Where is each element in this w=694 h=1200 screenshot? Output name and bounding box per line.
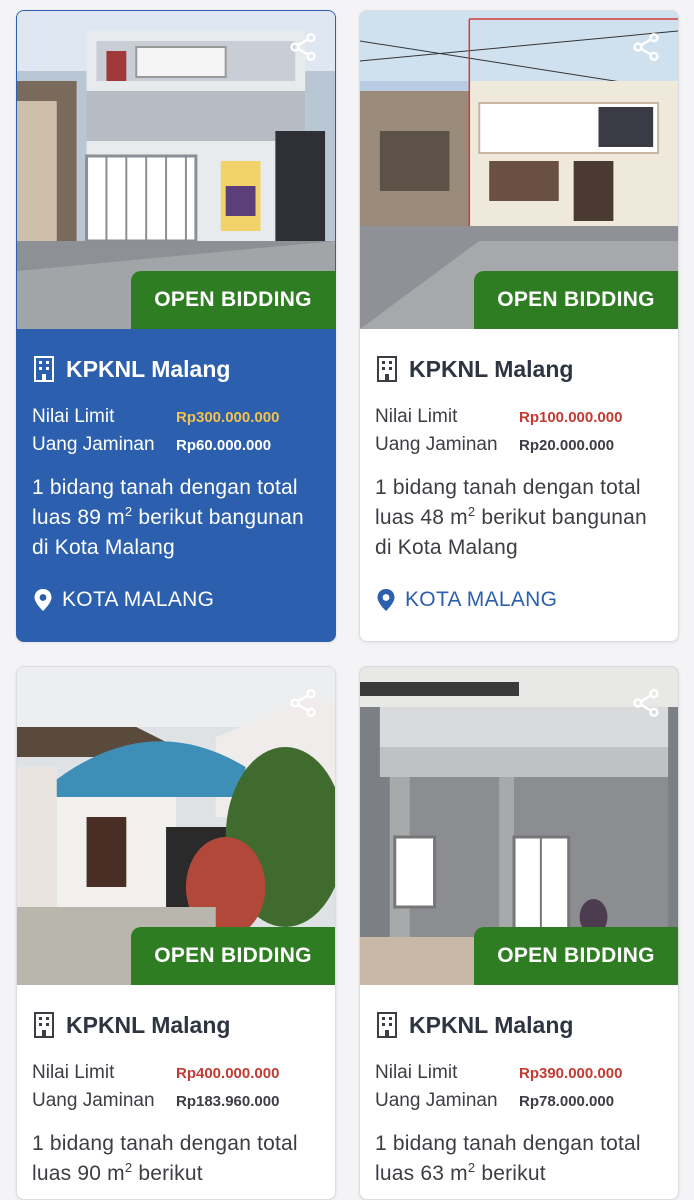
status-badge: OPEN BIDDING: [474, 927, 678, 985]
listing-grid: OPEN BIDDING KPKNL Malang Nilai Limit Rp…: [0, 0, 694, 1200]
share-icon: [633, 33, 659, 61]
deposit-label: Uang Jaminan: [375, 1090, 498, 1111]
location-pin-icon: [377, 589, 395, 611]
deposit-value: Rp20.000.000: [519, 436, 615, 454]
deposit-value: Rp183.960.000: [176, 1092, 280, 1110]
limit-value: Rp300.000.000: [176, 408, 280, 426]
deposit-label: Uang Jaminan: [32, 1090, 155, 1111]
location-row[interactable]: KOTA MALANG: [32, 585, 321, 615]
property-description: 1 bidang tanah dengan total luas 89 m2 b…: [32, 476, 304, 559]
limit-value: Rp390.000.000: [519, 1064, 623, 1082]
building-icon: [34, 1012, 54, 1038]
deposit-row: Uang Jaminan Rp60.000.000: [32, 431, 321, 459]
share-icon: [290, 689, 316, 717]
property-photo[interactable]: OPEN BIDDING: [17, 11, 335, 329]
deposit-row: Uang Jaminan Rp183.960.000: [32, 1087, 321, 1115]
limit-row: Nilai Limit Rp390.000.000: [375, 1059, 664, 1087]
status-badge: OPEN BIDDING: [474, 271, 678, 329]
building-icon: [34, 356, 54, 382]
limit-label: Nilai Limit: [375, 1062, 458, 1083]
limit-row: Nilai Limit Rp400.000.000: [32, 1059, 321, 1087]
property-photo[interactable]: OPEN BIDDING: [360, 11, 678, 329]
property-photo[interactable]: OPEN BIDDING: [17, 667, 335, 985]
property-description: 1 bidang tanah dengan total luas 63 m2 b…: [375, 1132, 641, 1185]
office-row: KPKNL Malang: [375, 1007, 664, 1043]
office-name: KPKNL Malang: [409, 1011, 574, 1038]
limit-row: Nilai Limit Rp300.000.000: [32, 403, 321, 431]
location-text: KOTA MALANG: [62, 588, 215, 611]
limit-row: Nilai Limit Rp100.000.000: [375, 403, 664, 431]
status-badge: OPEN BIDDING: [131, 927, 335, 985]
office-name: KPKNL Malang: [409, 355, 574, 382]
office-row: KPKNL Malang: [32, 351, 321, 387]
share-button[interactable]: [285, 685, 321, 721]
property-description: 1 bidang tanah dengan total luas 48 m2 b…: [375, 476, 647, 559]
location-pin-icon: [34, 589, 52, 611]
office-name: KPKNL Malang: [66, 355, 231, 382]
deposit-row: Uang Jaminan Rp78.000.000: [375, 1087, 664, 1115]
listing-card[interactable]: OPEN BIDDING KPKNL Malang Nilai Limit Rp…: [16, 10, 336, 642]
listing-card[interactable]: OPEN BIDDING KPKNL Malang Nilai Limit Rp…: [359, 10, 679, 642]
property-description: 1 bidang tanah dengan total luas 90 m2 b…: [32, 1132, 298, 1185]
deposit-label: Uang Jaminan: [375, 434, 498, 455]
share-icon: [633, 689, 659, 717]
deposit-value: Rp60.000.000: [176, 436, 272, 454]
property-photo[interactable]: OPEN BIDDING: [360, 667, 678, 985]
limit-value: Rp100.000.000: [519, 408, 623, 426]
deposit-value: Rp78.000.000: [519, 1092, 615, 1110]
limit-value: Rp400.000.000: [176, 1064, 280, 1082]
limit-label: Nilai Limit: [32, 1062, 115, 1083]
building-icon: [377, 356, 397, 382]
share-button[interactable]: [628, 29, 664, 65]
listing-card[interactable]: OPEN BIDDING KPKNL Malang Nilai Limit Rp…: [359, 666, 679, 1200]
listing-card[interactable]: OPEN BIDDING KPKNL Malang Nilai Limit Rp…: [16, 666, 336, 1200]
office-row: KPKNL Malang: [375, 351, 664, 387]
limit-label: Nilai Limit: [375, 406, 458, 427]
share-icon: [290, 33, 316, 61]
deposit-row: Uang Jaminan Rp20.000.000: [375, 431, 664, 459]
office-row: KPKNL Malang: [32, 1007, 321, 1043]
office-name: KPKNL Malang: [66, 1011, 231, 1038]
share-button[interactable]: [628, 685, 664, 721]
location-row[interactable]: KOTA MALANG: [375, 585, 664, 615]
location-text: KOTA MALANG: [405, 588, 558, 611]
building-icon: [377, 1012, 397, 1038]
status-badge: OPEN BIDDING: [131, 271, 335, 329]
limit-label: Nilai Limit: [32, 406, 115, 427]
deposit-label: Uang Jaminan: [32, 434, 155, 455]
share-button[interactable]: [285, 29, 321, 65]
